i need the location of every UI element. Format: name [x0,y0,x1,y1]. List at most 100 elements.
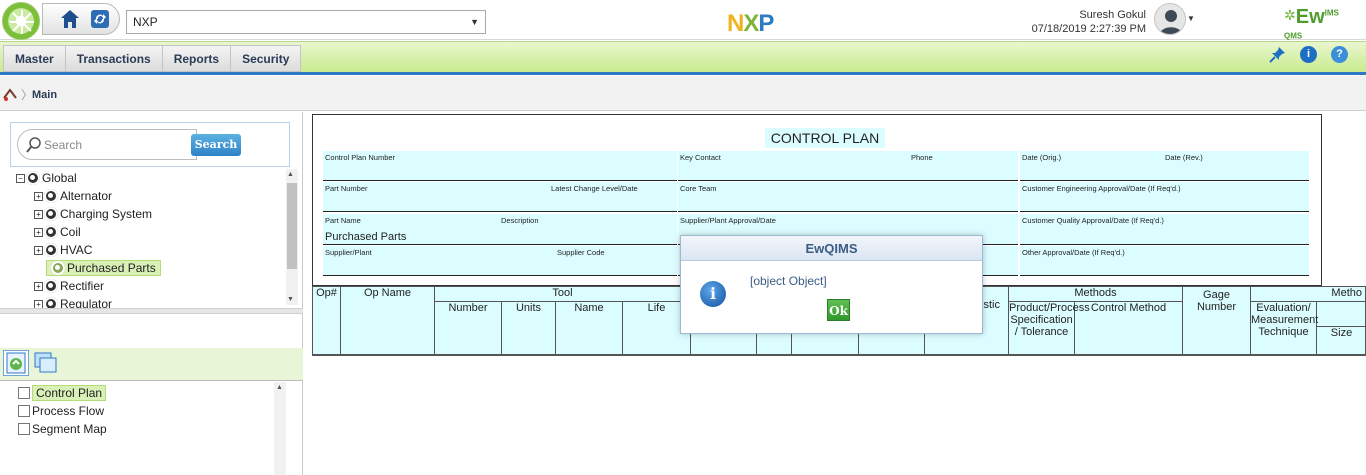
col-op-name[interactable]: Op Name [341,287,435,355]
tree-node-purchased-parts[interactable]: Purchased Parts [46,259,161,277]
alert-dialog: EwQIMS i [object Object] Ok [680,235,983,334]
windows-view-tab[interactable] [33,350,59,376]
dialog-title[interactable]: EwQIMS [681,236,982,261]
collapse-icon[interactable]: − [16,174,25,183]
document-icon [18,387,30,399]
doc-list-scrollbar[interactable]: ▲ [274,382,286,475]
col-methods-2[interactable]: Metho [1251,287,1365,302]
list-item-process-flow[interactable]: Process Flow [18,402,107,420]
col-tool-number[interactable]: Number [435,302,502,355]
document-icon [18,405,30,417]
menu-bar: Master Transactions Reports Security [0,41,1366,74]
menu-transactions[interactable]: Transactions [64,45,162,72]
customer-quality-approval-field[interactable]: Customer Quality Approval/Date (If Req'd… [1020,214,1309,245]
col-product-spec[interactable]: Product/Process Specification / Toleranc… [1009,302,1090,355]
col-gage-number[interactable]: Gage Number [1183,287,1251,355]
company-select[interactable]: NXP ▼ [126,10,486,34]
document-view-tab[interactable] [3,350,29,376]
document-icon [18,423,30,435]
dialog-message: [object Object] [750,274,827,288]
breadcrumb-main[interactable]: Main [32,89,57,101]
col-op-no[interactable]: Op# [313,287,341,355]
expand-icon[interactable]: + [34,192,43,201]
user-name: Suresh Gokul [1079,9,1146,21]
customer-engineering-approval-field[interactable]: Customer Engineering Approval/Date (If R… [1020,182,1309,212]
nav-buttons [42,3,120,35]
part-name-value: Purchased Parts [325,231,407,243]
gear-icon [51,261,65,275]
search-placeholder: Search [44,138,83,152]
col-tool[interactable]: Tool [435,287,691,302]
gear-icon [44,279,58,293]
main-menu: Master Transactions Reports Security [3,45,302,72]
col-control-method[interactable]: Control Method [1075,302,1183,355]
tree-node-global[interactable]: − Global [16,169,77,187]
help-icon[interactable]: ? [1331,46,1348,63]
view-tabs [0,348,303,381]
nxp-logo: NXP [727,10,774,37]
pin-icon[interactable] [1269,46,1286,63]
info-circle-icon[interactable]: i [1300,46,1317,63]
tree-node-hvac[interactable]: + HVAC [34,241,92,259]
expand-icon[interactable]: + [34,246,43,255]
col-evaluation[interactable]: Evaluation/ Measurement Technique [1251,302,1318,355]
expand-icon[interactable]: + [34,228,43,237]
col-tool-units[interactable]: Units [502,302,556,355]
gear-icon [44,243,58,257]
part-number-field[interactable]: Part Number Latest Change Level/Date [323,182,677,212]
menu-security[interactable]: Security [230,45,302,72]
chevron-down-icon: ▼ [470,17,479,27]
expand-icon[interactable]: + [34,210,43,219]
refresh-icon[interactable] [91,10,109,28]
part-name-field[interactable]: Part Name Description Purchased Parts [323,214,677,245]
search-input[interactable]: Search [17,129,197,160]
breadcrumb-home-icon[interactable] [2,86,18,102]
document-list: Control Plan Process Flow Segment Map [18,384,107,438]
tree-scroll-thumb[interactable] [287,183,297,269]
date-field[interactable]: Date (Orig.) Date (Rev.) [1020,151,1309,181]
user-info: Suresh Gokul 07/18/2019 2:27:39 PM [1032,8,1146,36]
search-button[interactable]: Search [191,134,241,156]
supplier-plant-field[interactable]: Supplier/Plant Supplier Code [323,246,677,276]
page-title: CONTROL PLAN [765,128,885,148]
ok-button[interactable]: Ok [827,299,850,321]
user-avatar-icon[interactable] [1154,3,1186,35]
gear-icon [44,189,58,203]
brand-star-icon: ✲ [1284,7,1296,23]
current-datetime: 07/18/2019 2:27:39 PM [1031,23,1146,35]
list-item-segment-map[interactable]: Segment Map [18,420,107,438]
control-plan-number-field[interactable]: Control Plan Number [323,151,677,181]
core-team-field[interactable]: Core Team [678,182,1018,212]
key-contact-field[interactable]: Key Contact Phone [678,151,1018,181]
info-icon: i [700,281,726,307]
user-menu-caret-icon[interactable]: ▼ [1187,14,1195,23]
gear-icon [26,171,40,185]
app-logo-icon[interactable] [2,2,40,40]
scroll-up-icon[interactable]: ▲ [287,171,294,178]
scroll-down-icon[interactable]: ▼ [287,296,294,303]
col-size[interactable]: Size [1317,327,1365,355]
tree-scrollbar[interactable]: ▲ ▼ [286,169,298,305]
tree-node-charging-system[interactable]: + Charging System [34,205,152,223]
gear-icon [44,225,58,239]
menu-master[interactable]: Master [3,45,65,72]
panel-splitter[interactable] [0,308,303,314]
menu-underline [0,72,1366,75]
tree-node-alternator[interactable]: + Alternator [34,187,112,205]
col-tool-name[interactable]: Name [556,302,623,355]
col-blank-5[interactable] [1317,302,1365,327]
tree-node-rectifier[interactable]: + Rectifier [34,277,104,295]
left-panel: Search Search − Global + Alternator + Charg… [0,112,303,475]
toolbar-icons: i ? [1269,46,1348,63]
col-methods[interactable]: Methods [1009,287,1183,302]
selected-node-label: Purchased Parts [46,260,161,276]
menu-reports[interactable]: Reports [161,45,231,72]
location-tree: − Global + Alternator + Charging System + Co… [14,169,286,363]
tree-node-coil[interactable]: + Coil [34,223,81,241]
list-item-control-plan[interactable]: Control Plan [18,384,107,402]
breadcrumb: 〉 Main [0,76,1366,111]
scroll-up-icon[interactable]: ▲ [276,384,283,391]
home-icon[interactable] [59,8,81,30]
other-approval-field[interactable]: Other Approval/Date (If Req'd.) [1020,246,1309,276]
expand-icon[interactable]: + [34,282,43,291]
